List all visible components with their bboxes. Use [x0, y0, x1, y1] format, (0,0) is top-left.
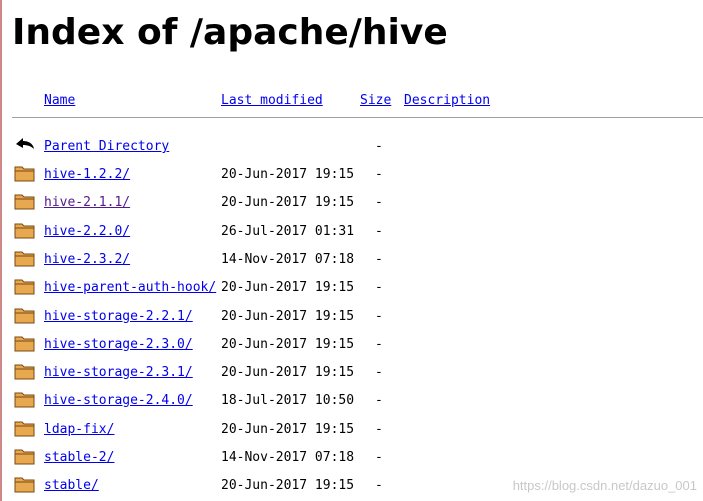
- directory-row: hive-storage-2.4.0/18-Jul-2017 10:50 -: [2, 389, 703, 413]
- size-cell: -: [375, 167, 383, 182]
- size-cell: -: [375, 422, 383, 437]
- folder-icon[interactable]: [14, 163, 36, 183]
- folder-icon[interactable]: [14, 361, 36, 381]
- folder-icon[interactable]: [14, 418, 36, 438]
- watermark: https://blog.csdn.net/dazuo_001: [512, 478, 697, 493]
- page-title: Index of /apache/hive: [12, 12, 448, 53]
- column-header-description[interactable]: Description: [404, 92, 490, 110]
- sort-by-description-link[interactable]: Description: [404, 93, 490, 108]
- directory-link[interactable]: hive-storage-2.3.1/: [44, 365, 193, 381]
- directory-link[interactable]: hive-storage-2.3.0/: [44, 337, 193, 353]
- directory-row: hive-parent-auth-hook/20-Jun-2017 19:15 -: [2, 276, 703, 300]
- last-modified-cell: 14-Nov-2017 07:18: [221, 450, 355, 465]
- directory-link[interactable]: stable/: [44, 478, 99, 494]
- last-modified-cell: 20-Jun-2017 19:15: [221, 280, 355, 295]
- size-cell: -: [375, 450, 383, 465]
- directory-row: hive-2.1.1/20-Jun-2017 19:15 -: [2, 191, 703, 215]
- directory-row: hive-2.3.2/14-Nov-2017 07:18 -: [2, 248, 703, 272]
- column-header-last-modified[interactable]: Last modified: [221, 92, 323, 110]
- sort-by-size-link[interactable]: Size: [360, 93, 391, 108]
- directory-link[interactable]: hive-2.2.0/: [44, 224, 130, 240]
- parent-directory-row: Parent Directory -: [2, 135, 703, 159]
- folder-icon[interactable]: [14, 248, 36, 268]
- directory-link[interactable]: hive-2.1.1/: [44, 195, 130, 211]
- directory-link[interactable]: ldap-fix/: [44, 422, 114, 438]
- directory-link[interactable]: hive-2.3.2/: [44, 252, 130, 268]
- last-modified-cell: 20-Jun-2017 19:15: [221, 309, 355, 324]
- size-cell: -: [375, 393, 383, 408]
- folder-icon[interactable]: [14, 220, 36, 240]
- folder-icon[interactable]: [14, 389, 36, 409]
- directory-link[interactable]: stable-2/: [44, 450, 114, 466]
- size-cell: -: [375, 252, 383, 267]
- size-cell: -: [375, 337, 383, 352]
- sort-by-name-link[interactable]: Name: [44, 93, 75, 108]
- directory-row: hive-1.2.2/20-Jun-2017 19:15 -: [2, 163, 703, 187]
- header-divider: [12, 117, 703, 118]
- folder-icon[interactable]: [14, 446, 36, 466]
- last-modified-cell: 14-Nov-2017 07:18: [221, 252, 355, 267]
- size-cell: -: [375, 478, 383, 493]
- size-cell: -: [375, 365, 383, 380]
- size-cell: -: [375, 280, 383, 295]
- column-header-name[interactable]: Name: [44, 92, 75, 110]
- directory-row: hive-storage-2.3.0/20-Jun-2017 19:15 -: [2, 333, 703, 357]
- directory-row: hive-storage-2.2.1/20-Jun-2017 19:15 -: [2, 305, 703, 329]
- folder-icon[interactable]: [14, 333, 36, 353]
- last-modified-cell: 20-Jun-2017 19:15: [221, 167, 355, 182]
- folder-icon[interactable]: [14, 474, 36, 494]
- directory-link[interactable]: hive-parent-auth-hook/: [44, 280, 216, 296]
- last-modified-cell: 20-Jun-2017 19:15: [221, 478, 355, 493]
- last-modified-cell: 26-Jul-2017 01:31: [221, 224, 355, 239]
- size-cell: -: [375, 195, 383, 210]
- folder-icon[interactable]: [14, 305, 36, 325]
- directory-row: stable-2/14-Nov-2017 07:18 -: [2, 446, 703, 470]
- size-cell: -: [375, 309, 383, 324]
- folder-icon[interactable]: [14, 276, 36, 296]
- parent-directory-link[interactable]: Parent Directory: [44, 139, 169, 155]
- directory-link[interactable]: hive-storage-2.2.1/: [44, 309, 193, 325]
- directory-row: hive-2.2.0/26-Jul-2017 01:31 -: [2, 220, 703, 244]
- last-modified-cell: 20-Jun-2017 19:15: [221, 365, 355, 380]
- directory-row: ldap-fix/20-Jun-2017 19:15 -: [2, 418, 703, 442]
- folder-icon[interactable]: [14, 191, 36, 211]
- back-arrow-icon[interactable]: [14, 135, 36, 155]
- directory-row: hive-storage-2.3.1/20-Jun-2017 19:15 -: [2, 361, 703, 385]
- directory-link[interactable]: hive-storage-2.4.0/: [44, 393, 193, 409]
- sort-by-last-modified-link[interactable]: Last modified: [221, 93, 323, 108]
- size-cell: -: [375, 224, 383, 239]
- last-modified-cell: 20-Jun-2017 19:15: [221, 195, 355, 210]
- column-header-size[interactable]: Size: [360, 92, 391, 110]
- directory-link[interactable]: hive-1.2.2/: [44, 167, 130, 183]
- parent-size: -: [375, 139, 383, 154]
- last-modified-cell: 20-Jun-2017 19:15: [221, 422, 355, 437]
- last-modified-cell: 18-Jul-2017 10:50: [221, 393, 355, 408]
- last-modified-cell: 20-Jun-2017 19:15: [221, 337, 355, 352]
